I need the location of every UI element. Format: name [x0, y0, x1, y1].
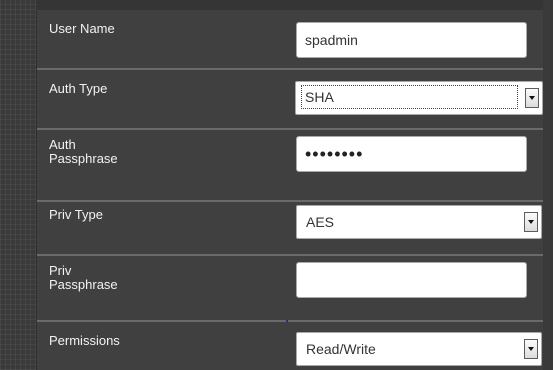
permissions-selected-value: Read/Write: [306, 341, 376, 357]
priv-passphrase-label: Priv Passphrase: [49, 263, 118, 292]
priv-type-selected-value: AES: [306, 214, 335, 230]
priv-passphrase-row: Priv Passphrase: [37, 256, 543, 322]
auth-type-selected-value: SHA: [301, 85, 518, 109]
right-border: [543, 0, 553, 370]
permissions-label: Permissions: [49, 333, 120, 348]
snmp-user-form-window: User Name Auth Type SHA Auth Passphrase …: [0, 0, 553, 370]
priv-passphrase-input[interactable]: [296, 262, 527, 298]
top-border: [36, 0, 553, 10]
user-name-row: User Name: [37, 10, 543, 70]
permissions-row: Permissions Read/Write: [37, 322, 543, 370]
priv-type-select[interactable]: AES: [296, 205, 542, 239]
left-side-pattern: [0, 0, 37, 370]
snmp-user-form: User Name Auth Type SHA Auth Passphrase …: [37, 10, 543, 370]
stray-pixel-mark: [286, 320, 288, 322]
auth-passphrase-row: Auth Passphrase: [37, 130, 543, 202]
auth-passphrase-label: Auth Passphrase: [49, 137, 118, 166]
user-name-input[interactable]: [296, 22, 527, 58]
chevron-down-icon[interactable]: [524, 212, 538, 232]
auth-type-row: Auth Type SHA: [37, 70, 543, 130]
permissions-select[interactable]: Read/Write: [296, 332, 542, 366]
chevron-down-icon[interactable]: [524, 339, 538, 359]
auth-type-select[interactable]: SHA: [295, 81, 543, 115]
priv-type-label: Priv Type: [49, 207, 103, 222]
priv-type-row: Priv Type AES: [37, 202, 543, 256]
auth-passphrase-input[interactable]: [296, 136, 527, 172]
chevron-down-icon[interactable]: [525, 88, 539, 108]
auth-type-label: Auth Type: [49, 81, 108, 96]
user-name-label: User Name: [49, 21, 115, 36]
